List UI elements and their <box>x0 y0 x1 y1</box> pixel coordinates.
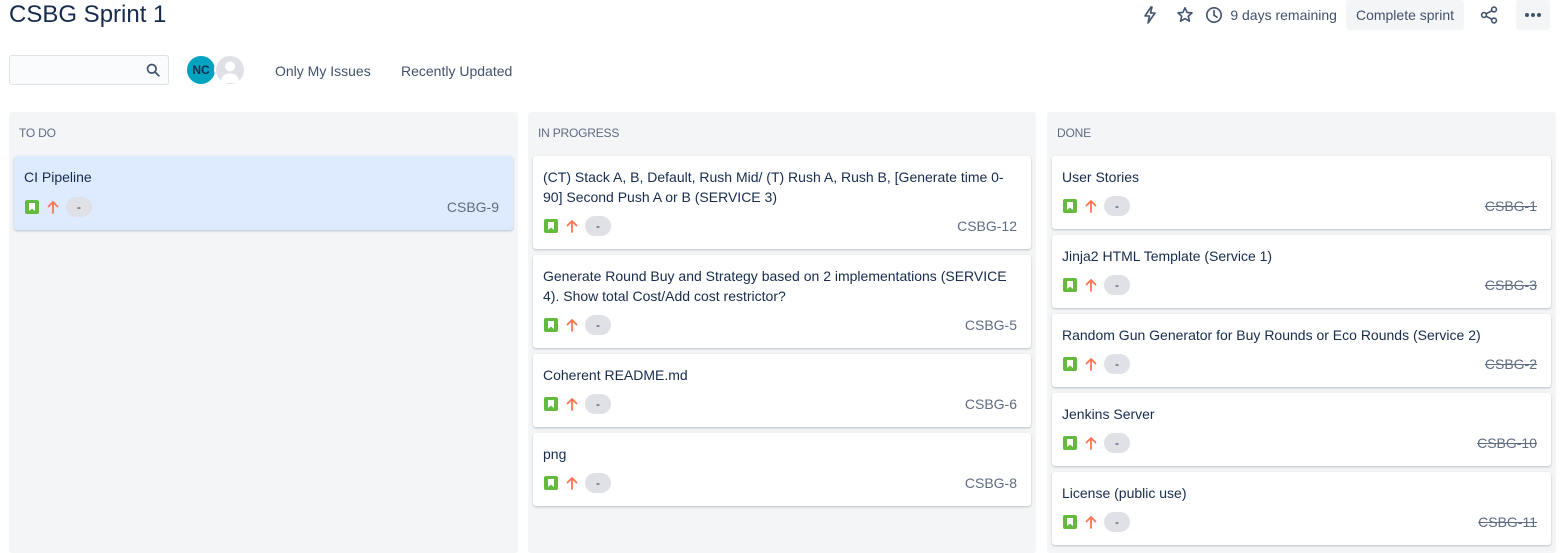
card-summary: Jinja2 HTML Template (Service 1) <box>1062 248 1273 264</box>
arrow-up-icon <box>1084 277 1098 293</box>
more-button[interactable] <box>1516 0 1550 30</box>
card-summary: CI Pipeline <box>24 169 92 185</box>
card-summary: License (public use) <box>1062 485 1187 501</box>
issue-key[interactable]: CSBG-6 <box>965 396 1017 412</box>
issue-key[interactable]: CSBG-1 <box>1485 198 1537 214</box>
column-todo: TO DO CI Pipeline - CSBG-9 <box>9 112 518 553</box>
story-points-badge: - <box>585 473 611 493</box>
issue-card[interactable]: png - CSBG-8 <box>533 433 1031 506</box>
card-footer: - CSBG-3 <box>1063 275 1537 295</box>
sprint-remaining: 9 days remaining <box>1204 5 1337 25</box>
bookmark-icon <box>544 397 558 411</box>
card-footer: - CSBG-9 <box>25 197 499 217</box>
story-points-badge: - <box>1104 196 1130 216</box>
clock-icon <box>1204 5 1224 25</box>
bookmark-icon <box>1063 278 1077 292</box>
issue-card[interactable]: License (public use) - CSBG-11 <box>1052 472 1551 545</box>
issue-key[interactable]: CSBG-12 <box>957 218 1017 234</box>
person-icon <box>220 61 240 83</box>
story-points-badge: - <box>1104 512 1130 532</box>
bookmark-icon <box>1063 515 1077 529</box>
filter-only-my-issues[interactable]: Only My Issues <box>275 61 371 81</box>
star-icon <box>1177 7 1194 22</box>
issue-key[interactable]: CSBG-8 <box>965 475 1017 491</box>
ellipsis-icon <box>1525 13 1541 17</box>
card-footer: - CSBG-8 <box>544 473 1017 493</box>
arrow-up-icon <box>565 218 579 234</box>
search-icon <box>146 63 160 77</box>
issue-card[interactable]: (CT) Stack A, B, Default, Rush Mid/ (T) … <box>533 156 1031 249</box>
arrow-up-icon <box>565 475 579 491</box>
column-done: DONE User Stories - CSBG-1 Jinja2 HTML T… <box>1047 112 1556 553</box>
share-button[interactable] <box>1476 2 1502 28</box>
bookmark-icon <box>544 318 558 332</box>
star-button[interactable] <box>1172 2 1198 28</box>
issue-key[interactable]: CSBG-10 <box>1477 435 1537 451</box>
issue-card[interactable]: Generate Round Buy and Strategy based on… <box>533 255 1031 348</box>
column-header: IN PROGRESS <box>538 126 620 140</box>
issue-key[interactable]: CSBG-5 <box>965 317 1017 333</box>
bookmark-icon <box>25 200 39 214</box>
story-points-badge: - <box>585 216 611 236</box>
remaining-text: 9 days remaining <box>1230 7 1337 23</box>
arrow-up-icon <box>1084 514 1098 530</box>
avatar-nc[interactable]: NC <box>185 54 217 86</box>
card-summary: Coherent README.md <box>543 367 688 383</box>
arrow-up-icon <box>1084 435 1098 451</box>
story-points-badge: - <box>66 197 92 217</box>
lightning-icon <box>1144 6 1157 24</box>
bookmark-icon <box>1063 436 1077 450</box>
bookmark-icon <box>1063 357 1077 371</box>
story-points-badge: - <box>585 315 611 335</box>
column-header: DONE <box>1057 126 1091 140</box>
search-input[interactable] <box>9 55 169 85</box>
automation-button[interactable] <box>1137 2 1163 28</box>
issue-key[interactable]: CSBG-11 <box>1478 514 1537 530</box>
page-title: CSBG Sprint 1 <box>9 1 167 28</box>
issue-card[interactable]: User Stories - CSBG-1 <box>1052 156 1551 229</box>
card-footer: - CSBG-1 <box>1063 196 1537 216</box>
issue-key[interactable]: CSBG-9 <box>447 199 499 215</box>
arrow-up-icon <box>1084 356 1098 372</box>
story-points-badge: - <box>585 394 611 414</box>
card-footer: - CSBG-10 <box>1063 433 1537 453</box>
card-footer: - CSBG-11 <box>1063 512 1537 532</box>
issue-card[interactable]: Jinja2 HTML Template (Service 1) - CSBG-… <box>1052 235 1551 308</box>
card-footer: - CSBG-2 <box>1063 354 1537 374</box>
column-in-progress: IN PROGRESS (CT) Stack A, B, Default, Ru… <box>528 112 1036 553</box>
bookmark-icon <box>544 476 558 490</box>
issue-key[interactable]: CSBG-2 <box>1485 356 1537 372</box>
card-footer: - CSBG-5 <box>544 315 1017 335</box>
bookmark-icon <box>544 219 558 233</box>
card-footer: - CSBG-12 <box>544 216 1017 236</box>
complete-sprint-button[interactable]: Complete sprint <box>1345 0 1464 30</box>
filter-recently-updated[interactable]: Recently Updated <box>401 61 512 81</box>
issue-card[interactable]: Random Gun Generator for Buy Rounds or E… <box>1052 314 1551 387</box>
avatar-unassigned[interactable] <box>214 54 246 86</box>
column-header: TO DO <box>19 126 56 140</box>
board-actions: 9 days remaining Complete sprint <box>1137 0 1550 30</box>
arrow-up-icon <box>565 317 579 333</box>
card-summary: Random Gun Generator for Buy Rounds or E… <box>1062 327 1481 343</box>
card-summary: png <box>543 446 567 462</box>
arrow-up-icon <box>565 396 579 412</box>
story-points-badge: - <box>1104 354 1130 374</box>
arrow-up-icon <box>1084 198 1098 214</box>
card-summary: Jenkins Server <box>1062 406 1155 422</box>
story-points-badge: - <box>1104 433 1130 453</box>
card-summary: (CT) Stack A, B, Default, Rush Mid/ (T) … <box>543 169 1004 205</box>
card-summary: Generate Round Buy and Strategy based on… <box>543 268 1007 304</box>
story-points-badge: - <box>1104 275 1130 295</box>
arrow-up-icon <box>46 199 60 215</box>
issue-key[interactable]: CSBG-3 <box>1485 277 1537 293</box>
issue-card[interactable]: Coherent README.md - CSBG-6 <box>533 354 1031 427</box>
share-icon <box>1480 6 1498 24</box>
card-footer: - CSBG-6 <box>544 394 1017 414</box>
issue-card[interactable]: Jenkins Server - CSBG-10 <box>1052 393 1551 466</box>
issue-card[interactable]: CI Pipeline - CSBG-9 <box>14 156 513 230</box>
card-summary: User Stories <box>1062 169 1140 185</box>
bookmark-icon <box>1063 199 1077 213</box>
